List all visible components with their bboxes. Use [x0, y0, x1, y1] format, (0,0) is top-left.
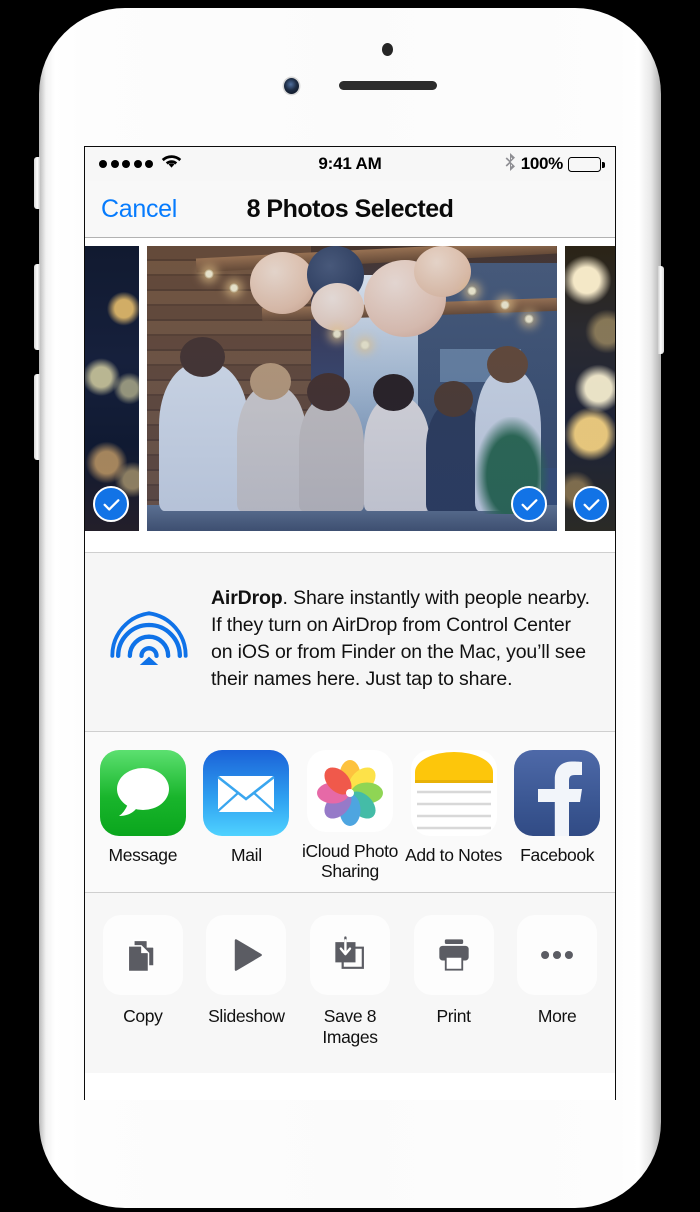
photo-thumbnail[interactable]: [85, 246, 139, 531]
action-print[interactable]: Print: [402, 915, 506, 1057]
photo-selected-badge[interactable]: [511, 486, 547, 522]
earpiece-speaker-icon: [339, 81, 437, 90]
copy-icon: [102, 915, 183, 995]
action-label: Slideshow: [208, 1006, 285, 1026]
share-target-message[interactable]: Message: [91, 750, 195, 882]
share-target-add-to-notes[interactable]: Add to Notes: [402, 750, 506, 882]
bluetooth-icon: [505, 152, 516, 176]
action-save-images[interactable]: Save 8 Images: [298, 915, 402, 1057]
cellular-signal-icon: [99, 160, 153, 168]
action-slideshow[interactable]: Slideshow: [195, 915, 299, 1057]
message-icon: [99, 750, 186, 836]
proximity-sensor-icon: [382, 43, 393, 56]
ellipsis-icon: [517, 915, 598, 995]
icloud-photo-sharing-icon: [306, 750, 393, 832]
battery-icon: [568, 156, 605, 172]
status-bar: 9:41 AM 100%: [85, 147, 615, 181]
airdrop-section[interactable]: AirDrop. Share instantly with people nea…: [85, 553, 615, 731]
check-icon: [103, 498, 119, 511]
volume-down-button[interactable]: [34, 374, 40, 460]
action-label: Print: [436, 1006, 471, 1026]
photo-selected-badge[interactable]: [573, 486, 609, 522]
airdrop-title: AirDrop: [211, 587, 283, 609]
action-label: Copy: [123, 1006, 163, 1026]
share-target-label: Message: [108, 845, 178, 865]
status-bar-left: [99, 154, 318, 174]
mail-icon: [203, 750, 290, 836]
save-icon: [309, 915, 390, 995]
check-icon: [583, 498, 599, 511]
navigation-bar: Cancel 8 Photos Selected: [85, 181, 615, 238]
share-target-icloud-photo-sharing[interactable]: iCloud Photo Sharing: [298, 750, 402, 882]
share-target-facebook[interactable]: Facebook: [505, 750, 609, 882]
battery-percentage-label: 100%: [520, 154, 564, 173]
photo-selected-badge[interactable]: [93, 486, 129, 522]
share-target-label: Add to Notes: [405, 845, 503, 865]
action-label: Save 8 Images: [322, 1006, 378, 1047]
action-copy[interactable]: Copy: [91, 915, 195, 1057]
section-spacer: [85, 538, 615, 552]
front-camera-icon: [284, 78, 299, 94]
check-icon: [521, 498, 537, 511]
silent-switch-button[interactable]: [34, 157, 40, 209]
airdrop-description: AirDrop. Share instantly with people nea…: [211, 581, 593, 693]
cancel-button[interactable]: Cancel: [101, 195, 177, 224]
airdrop-icon: [107, 585, 191, 665]
share-app-row: Message Mail iCloud Photo Sharing Add to…: [85, 732, 615, 892]
volume-up-button[interactable]: [34, 264, 40, 350]
power-button[interactable]: [658, 266, 664, 354]
facebook-icon: [514, 750, 601, 836]
photo-thumbnail[interactable]: [565, 246, 615, 531]
status-bar-time: 9:41 AM: [318, 154, 382, 173]
photo-image: [147, 246, 557, 531]
status-bar-right: 100%: [382, 152, 605, 176]
action-more[interactable]: More: [505, 915, 609, 1057]
photo-thumbnail[interactable]: [147, 246, 557, 531]
printer-icon: [413, 915, 494, 995]
notes-icon: [410, 750, 497, 836]
share-target-label: Mail: [231, 845, 262, 865]
wifi-icon: [161, 154, 182, 174]
device-screen: 9:41 AM 100% Cancel 8 Photos Selected Ai…: [84, 146, 616, 1100]
action-row: Copy Slideshow Save 8 Images Print More: [85, 893, 615, 1073]
play-icon: [206, 915, 287, 995]
share-target-label: iCloud Photo Sharing: [301, 840, 398, 882]
selected-photos-carousel[interactable]: [85, 238, 615, 538]
share-target-mail[interactable]: Mail: [195, 750, 299, 882]
action-label: More: [537, 1006, 577, 1026]
share-target-label: Facebook: [520, 845, 595, 865]
